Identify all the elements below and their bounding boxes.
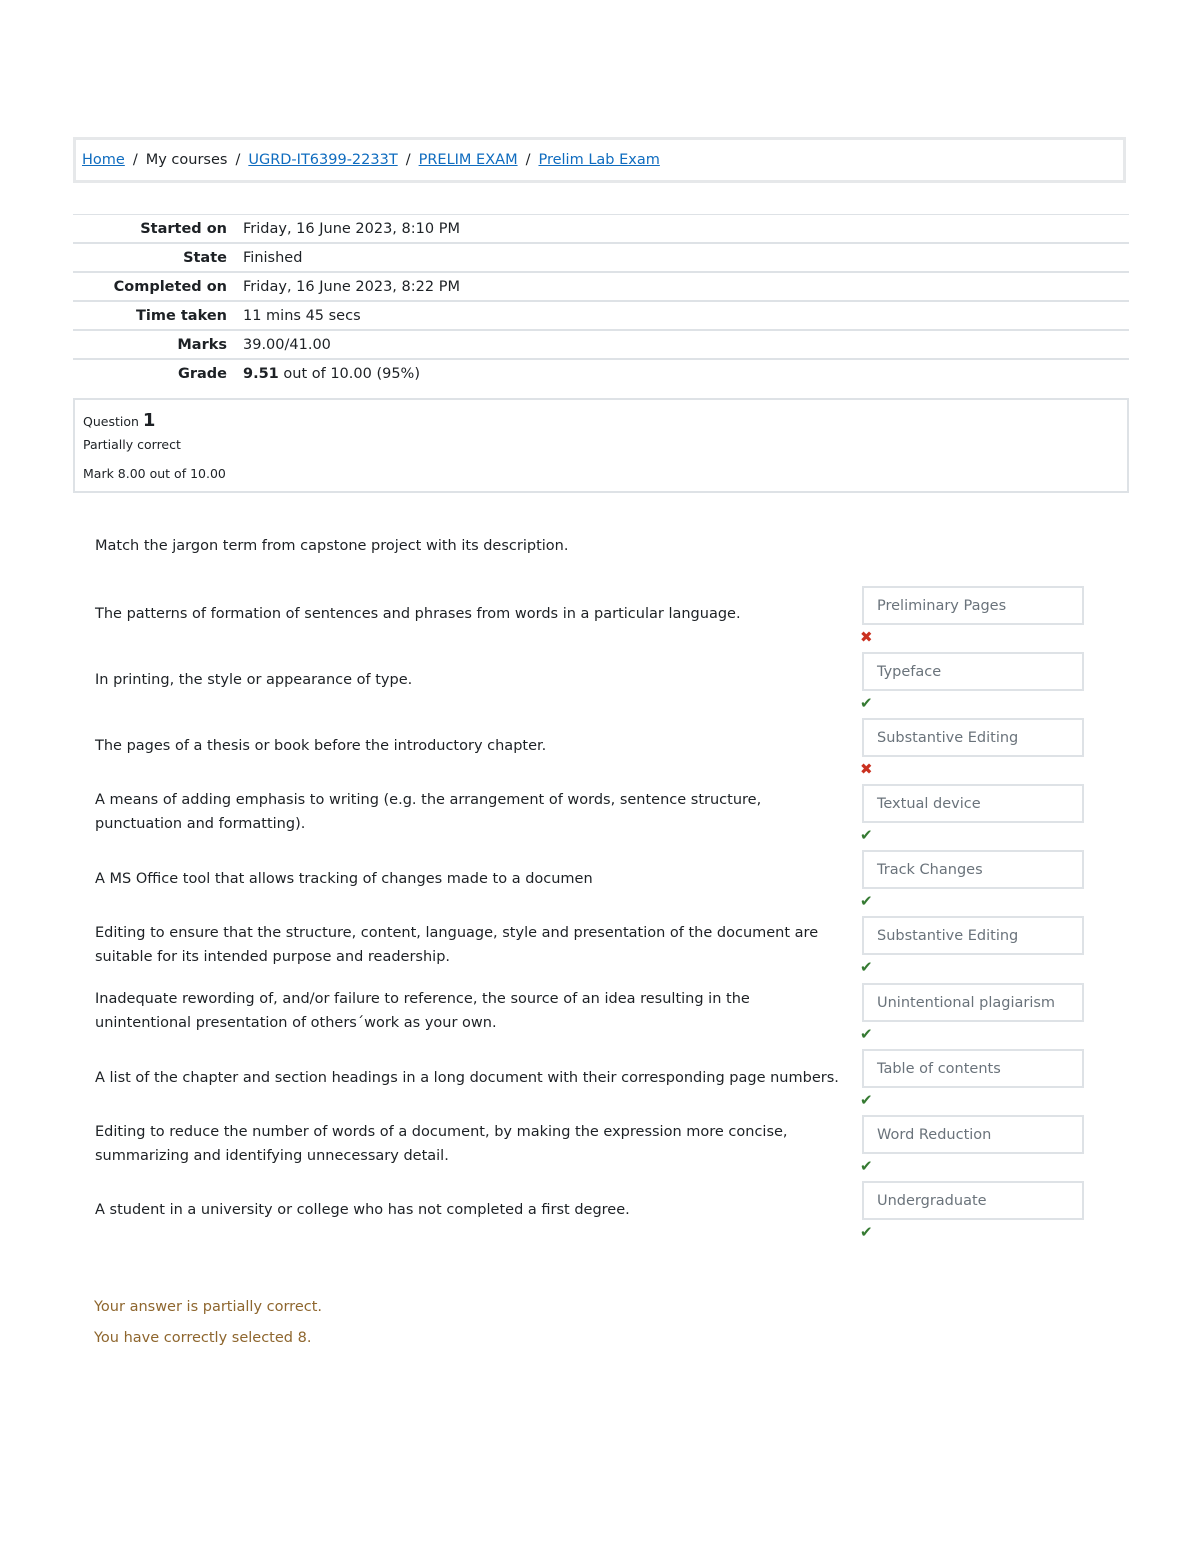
correct-check-icon: ✔ xyxy=(860,892,873,910)
summary-row-time-taken: Time taken 11 mins 45 secs xyxy=(73,301,1129,330)
match-answer-select[interactable]: Substantive Editing xyxy=(862,916,1084,955)
summary-value: 11 mins 45 secs xyxy=(243,307,361,324)
match-answer-select[interactable]: Textual device xyxy=(862,784,1084,823)
breadcrumb-section[interactable]: PRELIM EXAM xyxy=(419,152,518,168)
match-answer-select[interactable]: Track Changes xyxy=(862,850,1084,889)
correct-check-icon: ✔ xyxy=(860,1223,873,1241)
summary-label: Completed on xyxy=(113,278,227,295)
breadcrumb-quiz[interactable]: Prelim Lab Exam xyxy=(538,152,659,168)
match-item-text: A means of adding emphasis to writing (e… xyxy=(95,792,762,832)
feedback-count: You have correctly selected 8. xyxy=(94,1330,312,1346)
summary-value: 9.51 out of 10.00 (95%) xyxy=(243,359,1129,387)
match-answer-select[interactable]: Typeface xyxy=(862,652,1084,691)
match-item-text: A list of the chapter and section headin… xyxy=(95,1070,839,1086)
summary-label: Grade xyxy=(177,365,227,382)
summary-row-completed: Completed on Friday, 16 June 2023, 8:22 … xyxy=(73,272,1129,301)
summary-label: State xyxy=(183,249,227,266)
correct-check-icon: ✔ xyxy=(860,1157,873,1175)
summary-value: Friday, 16 June 2023, 8:22 PM xyxy=(243,278,460,295)
breadcrumb-separator: / xyxy=(235,152,241,168)
summary-row-marks: Marks 39.00/41.00 xyxy=(73,330,1129,359)
summary-value: Friday, 16 June 2023, 8:10 PM xyxy=(243,220,460,237)
match-answer-select[interactable]: Substantive Editing xyxy=(862,718,1084,757)
attempt-summary-table: Started on Friday, 16 June 2023, 8:10 PM… xyxy=(73,214,1129,387)
breadcrumb-home[interactable]: Home xyxy=(82,152,125,168)
summary-row-state: State Finished xyxy=(73,243,1129,272)
question-label: Question xyxy=(83,414,139,429)
match-item-text: The patterns of formation of sentences a… xyxy=(95,606,741,622)
breadcrumb-separator: / xyxy=(405,152,411,168)
correct-check-icon: ✔ xyxy=(860,958,873,976)
question-state: Partially correct xyxy=(83,437,181,452)
match-item-text: A student in a university or college who… xyxy=(95,1202,630,1218)
match-item-text: The pages of a thesis or book before the… xyxy=(95,738,547,754)
feedback-partial: Your answer is partially correct. xyxy=(94,1299,323,1315)
incorrect-x-icon: ✖ xyxy=(860,628,873,646)
breadcrumb-separator: / xyxy=(525,152,531,168)
question-grade: Mark 8.00 out of 10.00 xyxy=(83,466,226,481)
match-item-text: In printing, the style or appearance of … xyxy=(95,672,413,688)
summary-label: Started on xyxy=(140,220,227,237)
question-number: Question 1 xyxy=(83,410,1119,431)
summary-value: Finished xyxy=(243,249,303,266)
correct-check-icon: ✔ xyxy=(860,1025,873,1043)
summary-label: Marks xyxy=(177,336,227,353)
breadcrumb-separator: / xyxy=(132,152,138,168)
grade-score: 9.51 xyxy=(243,365,279,382)
summary-row-started: Started on Friday, 16 June 2023, 8:10 PM xyxy=(73,214,1129,244)
summary-row-grade: Grade 9.51 out of 10.00 (95%) xyxy=(73,359,1129,387)
breadcrumb: Home / My courses / UGRD-IT6399-2233T / … xyxy=(73,137,1126,183)
correct-check-icon: ✔ xyxy=(860,826,873,844)
match-answer-select[interactable]: Undergraduate xyxy=(862,1181,1084,1220)
summary-value: 39.00/41.00 xyxy=(243,336,331,353)
correct-check-icon: ✔ xyxy=(860,694,873,712)
match-item-text: A MS Office tool that allows tracking of… xyxy=(95,871,593,887)
match-answer-select[interactable]: Word Reduction xyxy=(862,1115,1084,1154)
grade-out-of: out of 10.00 (95%) xyxy=(278,365,420,382)
incorrect-x-icon: ✖ xyxy=(860,760,873,778)
question-prompt: Match the jargon term from capstone proj… xyxy=(95,538,569,554)
match-answer-select[interactable]: Unintentional plagiarism xyxy=(862,983,1084,1022)
correct-check-icon: ✔ xyxy=(860,1091,873,1109)
breadcrumb-course[interactable]: UGRD-IT6399-2233T xyxy=(248,152,397,168)
question-number-value: 1 xyxy=(142,410,156,431)
match-answer-select[interactable]: Preliminary Pages xyxy=(862,586,1084,625)
match-item-text: Editing to ensure that the structure, co… xyxy=(95,925,819,965)
match-item-text: Inadequate rewording of, and/or failure … xyxy=(95,991,750,1031)
breadcrumb-my-courses: My courses xyxy=(145,152,228,168)
match-answer-select[interactable]: Table of contents xyxy=(862,1049,1084,1088)
match-item-text: Editing to reduce the number of words of… xyxy=(95,1124,788,1164)
question-info-box: Question 1 Partially correct Mark 8.00 o… xyxy=(73,398,1129,493)
summary-label: Time taken xyxy=(136,307,227,324)
